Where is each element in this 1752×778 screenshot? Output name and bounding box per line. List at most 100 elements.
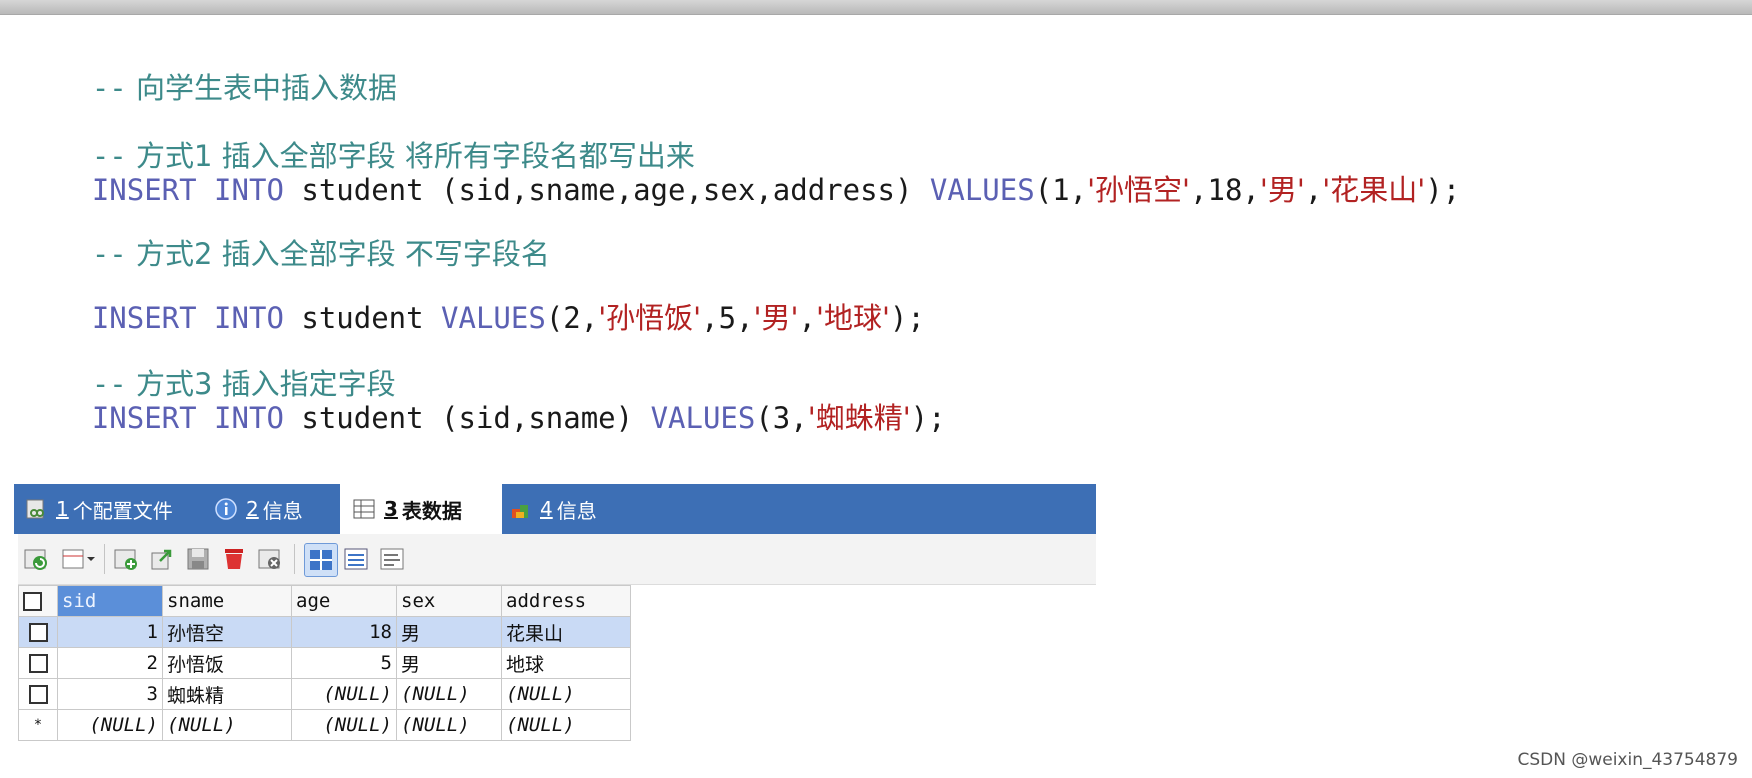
comment-text: 向学生表中插入数据 bbox=[135, 71, 397, 105]
tab-config-files[interactable]: 1 个配置文件 bbox=[24, 484, 173, 534]
cell-age[interactable]: 5 bbox=[291, 647, 397, 679]
cell-address[interactable]: 花果山 bbox=[501, 616, 631, 648]
column-header-age[interactable]: age bbox=[291, 585, 397, 617]
insert-row-icon[interactable] bbox=[112, 545, 140, 573]
comment-line-2: -- 方式2 插入全部字段 不写字段名 bbox=[22, 200, 550, 271]
sql-text: ); bbox=[1425, 173, 1461, 207]
checkbox[interactable] bbox=[28, 654, 48, 673]
keyword-insert-into: INSERT INTO bbox=[91, 401, 284, 435]
table-row[interactable]: 2 孙悟饭 5 男 地球 bbox=[18, 647, 631, 679]
info-icon bbox=[215, 498, 237, 520]
tab-info-4[interactable]: 4 信息 bbox=[508, 484, 597, 534]
sql-string: '孙悟空' bbox=[1087, 173, 1191, 207]
table-row[interactable]: 3 蜘蛛精 (NULL) (NULL) (NULL) bbox=[18, 678, 631, 710]
cell-sid[interactable]: 1 bbox=[57, 616, 163, 648]
cell-sname[interactable]: 孙悟空 bbox=[162, 616, 292, 648]
tab-label: 信息 bbox=[262, 498, 303, 523]
cell-age[interactable]: (NULL) bbox=[291, 678, 397, 710]
sql-string: '蜘蛛精' bbox=[807, 401, 911, 435]
cell-age[interactable]: 18 bbox=[291, 616, 397, 648]
sql-string: '地球' bbox=[815, 301, 890, 335]
tab-label: 个配置文件 bbox=[72, 498, 173, 523]
grid-view-icon[interactable] bbox=[304, 543, 338, 577]
delete-icon[interactable] bbox=[220, 545, 248, 573]
cell-sex[interactable]: (NULL) bbox=[396, 678, 502, 710]
cell-sname[interactable]: 蜘蛛精 bbox=[162, 678, 292, 710]
sql-text: , bbox=[798, 301, 816, 335]
toolbar-separator bbox=[294, 544, 295, 574]
sql-text: , bbox=[1304, 173, 1323, 207]
table-toolbar bbox=[18, 534, 1096, 585]
cell-sex[interactable]: 男 bbox=[396, 647, 502, 679]
new-row-marker: * bbox=[18, 709, 58, 741]
column-header-sid[interactable]: sid bbox=[57, 585, 163, 617]
comment-line-1: -- 方式1 插入全部字段 将所有字段名都写出来 bbox=[22, 102, 695, 173]
view-options-icon[interactable] bbox=[60, 545, 96, 573]
sql-text: (2, bbox=[545, 301, 599, 335]
export-icon[interactable] bbox=[148, 545, 176, 573]
sql-line-1: INSERT INTO student (sid,sname,age,sex,a… bbox=[22, 136, 1460, 207]
keyword-values: VALUES bbox=[650, 401, 756, 435]
sql-string: '花果山' bbox=[1322, 173, 1426, 207]
comment-dash: -- bbox=[91, 71, 127, 105]
sql-text: ,5, bbox=[701, 301, 754, 335]
watermark: CSDN @weixin_43754879 bbox=[1517, 750, 1738, 770]
column-header-sex[interactable]: sex bbox=[396, 585, 502, 617]
grid-header-row: sid sname age sex address bbox=[18, 585, 631, 617]
sql-text: ,18, bbox=[1190, 173, 1260, 207]
toolbar-separator bbox=[104, 544, 105, 574]
config-file-icon bbox=[26, 499, 44, 519]
cell-age[interactable]: (NULL) bbox=[291, 709, 397, 741]
cell-address[interactable]: (NULL) bbox=[501, 709, 631, 741]
cell-sname[interactable]: (NULL) bbox=[162, 709, 292, 741]
sql-line-2: INSERT INTO student VALUES(2,'孙悟饭',5,'男'… bbox=[22, 264, 925, 335]
checkbox[interactable] bbox=[28, 623, 48, 642]
column-header-address[interactable]: address bbox=[501, 585, 631, 617]
sql-text: ); bbox=[910, 401, 946, 435]
sql-line-3: INSERT INTO student (sid,sname) VALUES(3… bbox=[22, 364, 946, 435]
sql-string: '男' bbox=[1259, 173, 1305, 207]
cell-sid[interactable]: 3 bbox=[57, 678, 163, 710]
tab-number: 1 bbox=[56, 497, 69, 521]
cell-sid[interactable]: (NULL) bbox=[57, 709, 163, 741]
save-icon[interactable] bbox=[184, 545, 212, 573]
sql-text: (3, bbox=[755, 401, 808, 435]
cell-address[interactable]: (NULL) bbox=[501, 678, 631, 710]
table-row[interactable]: 1 孙悟空 18 男 花果山 bbox=[18, 616, 631, 648]
row-checkbox-cell[interactable] bbox=[18, 678, 58, 710]
sql-text: ); bbox=[889, 301, 925, 335]
tab-info-2[interactable]: 2 信息 bbox=[214, 484, 303, 534]
tab-label: 表数据 bbox=[401, 498, 462, 523]
checkbox[interactable] bbox=[23, 592, 42, 611]
keyword-values: VALUES bbox=[441, 301, 546, 335]
sql-text: student (sid,sname) bbox=[283, 401, 651, 435]
table-row-new[interactable]: * (NULL) (NULL) (NULL) (NULL) (NULL) bbox=[18, 709, 631, 741]
data-grid[interactable]: sid sname age sex address 1 孙悟空 18 男 花果山… bbox=[18, 585, 631, 741]
row-checkbox-cell[interactable] bbox=[18, 616, 58, 648]
keyword-values: VALUES bbox=[929, 173, 1035, 207]
tab-label: 信息 bbox=[556, 498, 597, 523]
row-checkbox-cell[interactable] bbox=[18, 647, 58, 679]
sql-string: '男' bbox=[753, 301, 799, 335]
result-tab-bar: 1 个配置文件 2 信息 3 表数据 4 信息 bbox=[14, 484, 1096, 534]
table-grid-icon bbox=[353, 499, 375, 519]
column-header-sname[interactable]: sname bbox=[162, 585, 292, 617]
text-view-icon[interactable] bbox=[378, 545, 406, 573]
cancel-changes-icon[interactable] bbox=[256, 545, 284, 573]
cell-address[interactable]: 地球 bbox=[501, 647, 631, 679]
status-info-icon bbox=[512, 505, 528, 518]
sql-string: '孙悟饭' bbox=[598, 301, 702, 335]
checkbox[interactable] bbox=[28, 685, 48, 704]
tab-number: 4 bbox=[540, 497, 553, 521]
window-top-bar bbox=[0, 0, 1752, 15]
tab-number: 3 bbox=[384, 497, 398, 521]
form-view-icon[interactable] bbox=[342, 545, 370, 573]
comment-line-3: -- 方式3 插入指定字段 bbox=[22, 330, 396, 401]
refresh-icon[interactable] bbox=[22, 545, 50, 573]
cell-sid[interactable]: 2 bbox=[57, 647, 163, 679]
tab-table-data[interactable]: 3 表数据 bbox=[340, 484, 502, 534]
cell-sname[interactable]: 孙悟饭 bbox=[162, 647, 292, 679]
select-all-checkbox-cell[interactable] bbox=[18, 585, 58, 617]
cell-sex[interactable]: (NULL) bbox=[396, 709, 502, 741]
cell-sex[interactable]: 男 bbox=[396, 616, 502, 648]
